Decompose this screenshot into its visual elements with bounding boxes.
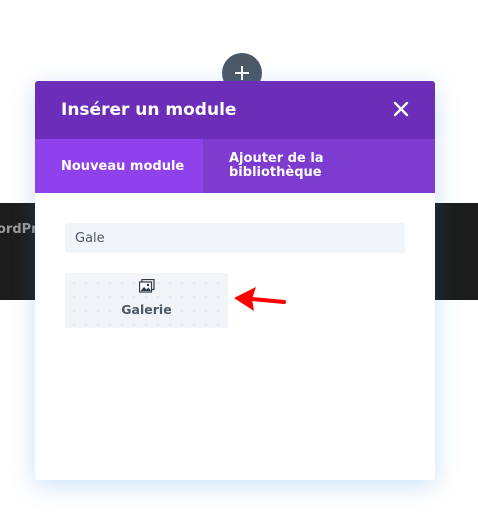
modal-title: Insérer un module xyxy=(61,100,237,120)
close-button[interactable] xyxy=(392,100,410,118)
module-label: Galerie xyxy=(121,302,172,317)
tab-label: Nouveau module xyxy=(61,158,185,174)
page: ordPr Insérer un module Nouveau module A… xyxy=(0,0,478,517)
insert-module-modal: Insérer un module Nouveau module Ajouter… xyxy=(35,81,435,480)
tab-label: Ajouter de la bibliothèque xyxy=(229,151,324,180)
module-search-input[interactable] xyxy=(65,223,405,253)
close-icon xyxy=(393,101,409,117)
tab-new-module[interactable]: Nouveau module xyxy=(35,139,203,193)
tab-add-from-library[interactable]: Ajouter de la bibliothèque xyxy=(203,139,435,193)
module-item-gallery[interactable]: Galerie xyxy=(65,273,228,328)
gallery-icon xyxy=(139,279,155,293)
red-arrow-icon xyxy=(234,287,286,311)
background-text: ordPr xyxy=(0,222,38,237)
modal-tabs: Nouveau module Ajouter de la bibliothèqu… xyxy=(35,139,435,193)
modal-header: Insérer un module xyxy=(35,81,435,139)
